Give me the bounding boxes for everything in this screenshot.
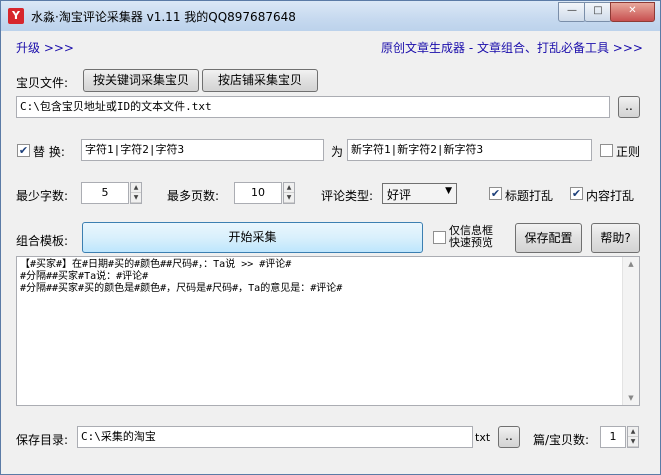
scroll-down-icon[interactable]: ▼: [623, 391, 639, 405]
collect-by-keyword-button[interactable]: 按关键词采集宝贝: [83, 69, 199, 92]
quick-preview-label: 仅信息框 快速预览: [449, 225, 493, 249]
max-pages-stepper[interactable]: ▲ ▼: [283, 182, 295, 204]
app-logo-icon: Y: [8, 8, 24, 24]
minimize-button[interactable]: —: [558, 2, 586, 22]
window-title: 水淼·淘宝评论采集器 v1.11 我的QQ897687648: [31, 10, 296, 24]
check-icon: ✔: [571, 187, 582, 200]
replace-label: 替 换:: [33, 145, 65, 159]
replace-to-label: 为: [331, 145, 344, 159]
collect-by-shop-button[interactable]: 按店铺采集宝贝: [202, 69, 318, 92]
min-chars-stepper[interactable]: ▲ ▼: [130, 182, 142, 204]
help-button[interactable]: 帮助?: [591, 223, 640, 253]
up-arrow-icon[interactable]: ▲: [284, 183, 294, 193]
shuffle-title-checkbox[interactable]: ✔: [489, 187, 502, 200]
down-arrow-icon[interactable]: ▼: [284, 193, 294, 203]
quick-preview-checkbox[interactable]: [433, 231, 446, 244]
min-chars-label: 最少字数:: [16, 189, 69, 203]
start-collect-button[interactable]: 开始采集: [82, 222, 423, 253]
save-config-button[interactable]: 保存配置: [515, 223, 582, 253]
max-pages-label: 最多页数:: [167, 189, 220, 203]
check-icon: ✔: [490, 187, 501, 200]
upgrade-link[interactable]: 升级 >>>: [16, 39, 74, 56]
source-file-label: 宝贝文件:: [16, 76, 69, 90]
source-file-path-input[interactable]: C:\包含宝贝地址或ID的文本文件.txt: [16, 96, 610, 118]
browse-source-file-button[interactable]: ..: [618, 96, 640, 118]
title-bar[interactable]: Y 水淼·淘宝评论采集器 v1.11 我的QQ897687648 — □ ✕: [1, 1, 660, 31]
save-dir-label: 保存目录:: [16, 433, 69, 447]
down-arrow-icon[interactable]: ▼: [628, 437, 638, 447]
replace-from-input[interactable]: 字符1|字符2|字符3: [81, 139, 324, 161]
per-item-label: 篇/宝贝数:: [533, 433, 590, 447]
template-text[interactable]: 【#买家#】在#日期#买的#颜色##尺码#，：Ta说 >> #评论# #分隔##…: [17, 257, 639, 297]
article-generator-link[interactable]: 原创文章生成器 - 文章组合、打乱必备工具 >>>: [381, 39, 643, 56]
scroll-up-icon[interactable]: ▲: [623, 257, 639, 271]
up-arrow-icon[interactable]: ▲: [131, 183, 141, 193]
replace-checkbox[interactable]: ✔: [17, 144, 30, 157]
template-textarea[interactable]: 【#买家#】在#日期#买的#颜色##尺码#，：Ta说 >> #评论# #分隔##…: [16, 256, 640, 406]
browse-save-dir-button[interactable]: ..: [498, 426, 520, 448]
comment-type-value: 好评: [387, 188, 412, 202]
quick-preview-label-line2: 快速预览: [449, 236, 493, 249]
min-chars-input[interactable]: 5: [81, 182, 129, 204]
shuffle-title-label: 标题打乱: [505, 189, 554, 203]
save-ext-label: txt: [475, 431, 491, 444]
app-window: Y 水淼·淘宝评论采集器 v1.11 我的QQ897687648 — □ ✕ 升…: [0, 0, 661, 475]
template-scrollbar[interactable]: ▲ ▼: [622, 257, 639, 405]
per-item-stepper[interactable]: ▲ ▼: [627, 426, 639, 448]
max-pages-input[interactable]: 10: [234, 182, 282, 204]
comment-type-select[interactable]: 好评 ▼: [382, 183, 457, 204]
chevron-down-icon: ▼: [445, 186, 452, 196]
replace-to-input[interactable]: 新字符1|新字符2|新字符3: [347, 139, 592, 161]
check-icon: ✔: [18, 144, 29, 157]
maximize-button[interactable]: □: [584, 2, 612, 22]
shuffle-content-checkbox[interactable]: ✔: [570, 187, 583, 200]
regex-label: 正则: [616, 145, 641, 159]
shuffle-content-label: 内容打乱: [586, 189, 635, 203]
close-button[interactable]: ✕: [610, 2, 655, 22]
comment-type-label: 评论类型:: [321, 189, 374, 203]
regex-checkbox[interactable]: [600, 144, 613, 157]
up-arrow-icon[interactable]: ▲: [628, 427, 638, 437]
per-item-input[interactable]: 1: [600, 426, 626, 448]
save-dir-input[interactable]: C:\采集的淘宝: [77, 426, 473, 448]
down-arrow-icon[interactable]: ▼: [131, 193, 141, 203]
template-label: 组合模板:: [16, 234, 69, 248]
